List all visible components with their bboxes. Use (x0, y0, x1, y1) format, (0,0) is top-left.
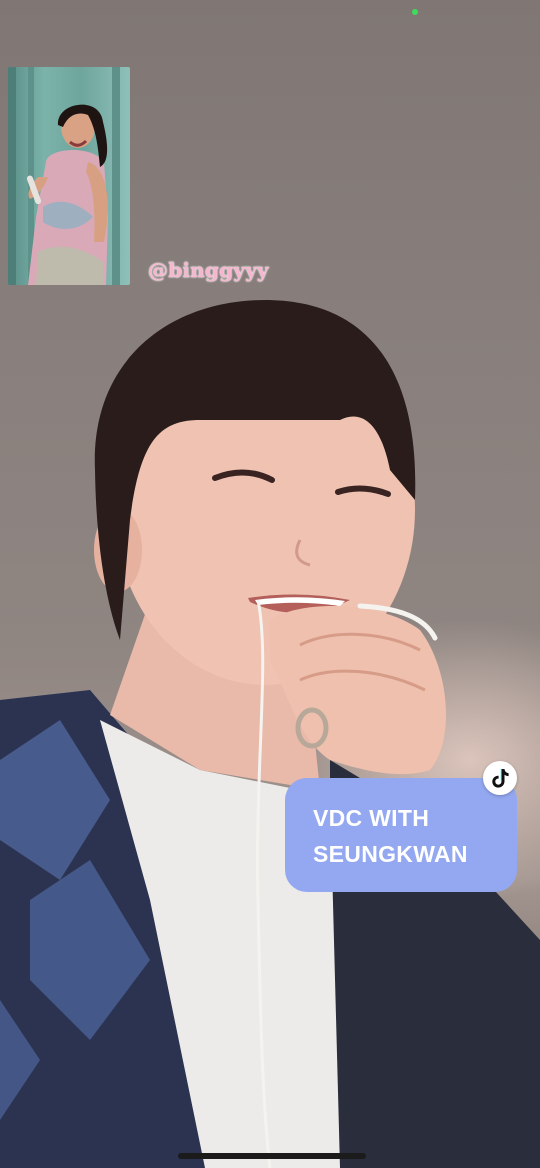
pip-video-feed[interactable] (8, 67, 130, 285)
video-call-screen: @binggyyy VDC WITH SEUNGKWAN (0, 0, 540, 1168)
tiktok-logo-glyph (492, 769, 509, 788)
caption-line-2: SEUNGKWAN (313, 841, 468, 867)
pip-username-label: @binggyyy (148, 258, 269, 282)
pip-person-image (8, 67, 120, 285)
caption-line-1: VDC WITH (313, 805, 430, 831)
tiktok-icon[interactable] (483, 761, 517, 795)
home-indicator[interactable] (178, 1153, 366, 1159)
camera-active-dot (412, 9, 418, 15)
caption-sticker: VDC WITH SEUNGKWAN (285, 778, 517, 892)
